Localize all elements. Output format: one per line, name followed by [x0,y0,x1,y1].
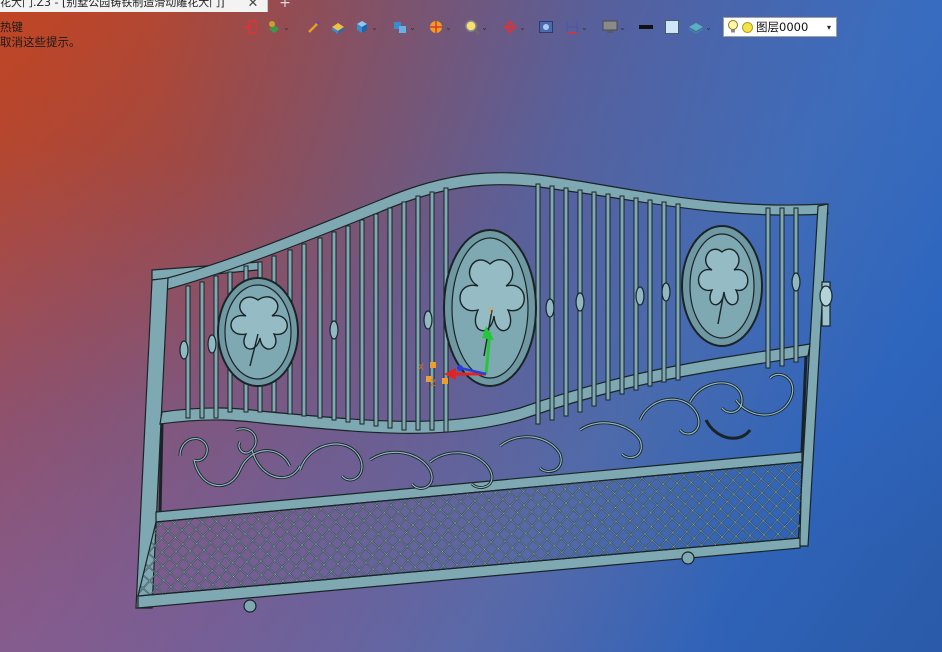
lightbulb-icon[interactable] [726,19,740,35]
layer-dropdown[interactable]: 图层0000 ▾ [723,17,837,37]
insert-component-button[interactable]: ⌄ [266,16,290,38]
scroll-panel-frame [158,423,164,513]
zoom-fit-icon [465,20,480,35]
line-color-icon [639,25,653,29]
gate-model[interactable]: X Y Z [0,0,942,652]
render-mode-button[interactable]: ⌄ [428,16,452,38]
camera-view-icon [539,21,553,33]
new-tab-icon[interactable]: + [278,0,292,10]
chevron-down-icon[interactable]: ⌄ [481,16,488,38]
dimension-button[interactable]: ⌄ [564,16,588,38]
fill-color-icon [665,20,679,34]
origin-triad-button[interactable]: ⌄ [502,16,526,38]
layer-filter-icon [688,23,704,34]
chevron-down-icon[interactable]: ⌄ [581,16,588,38]
view-cube-icon [357,21,367,33]
chevron-down-icon[interactable]: ▾ [822,23,836,32]
exit-sketch-button[interactable] [242,16,258,38]
zoom-fit-button[interactable]: ⌄ [464,16,488,38]
shaded-display-icon [332,23,344,34]
chevron-down-icon[interactable]: ⌄ [283,16,290,38]
wrought-iron-gate [135,172,833,613]
origin-triad-icon [503,20,517,34]
medallion-left [217,277,299,387]
right-post [797,203,829,547]
hotkey-hint-line2: 取消这些提示。 [0,35,81,49]
monitor-icon [602,20,618,33]
shaded-display-button[interactable] [330,16,346,38]
exit-sketch-icon [244,20,257,34]
layer-filter-button[interactable]: ⌄ [688,16,712,38]
chevron-down-icon[interactable]: ⌄ [705,16,712,38]
hotkey-hint-line1: 热键 [0,20,23,34]
chevron-down-icon[interactable]: ⌄ [409,16,416,38]
document-tab-title: 花大门.Z3 - [别墅公园铸铁制造滑动雕花大门] [0,0,225,9]
monitor-button[interactable]: ⌄ [602,16,626,38]
document-tabstrip: 花大门.Z3 - [别墅公园铸铁制造滑动雕花大门] ✕ + [0,0,300,12]
camera-view-button[interactable] [538,16,554,38]
chevron-down-icon[interactable]: ⌄ [619,16,626,38]
pick-point-button[interactable] [306,16,322,38]
line-color-button[interactable] [638,16,654,38]
close-icon[interactable]: ✕ [246,0,260,11]
view-cube-button[interactable]: ⌄ [354,16,378,38]
chevron-down-icon[interactable]: ⌄ [519,16,526,38]
layer-color-icon [742,21,753,33]
chevron-down-icon[interactable]: ⌄ [371,16,378,38]
insert-component-icon [269,21,279,33]
triad-y-label: Y [487,307,494,317]
triad-z-label: Z [430,379,436,389]
chevron-down-icon[interactable]: ⌄ [445,16,452,38]
document-tab[interactable]: 花大门.Z3 - [别墅公园铸铁制造滑动雕花大门] ✕ [0,0,268,12]
render-mode-icon [430,21,442,33]
dimension-icon [566,21,578,34]
assembly-button[interactable]: ⌄ [392,16,416,38]
triad-x-label: X [418,363,424,373]
gate-latch [819,281,833,327]
fill-color-button[interactable] [664,16,680,38]
pick-point-icon [308,21,320,33]
assembly-icon [394,22,406,33]
medallion-right [681,225,763,347]
layer-name: 图层0000 [756,20,809,34]
viewport-toolbar: ⌄ ⌄ ⌄ ⌄ ⌄ ⌄ ⌄ ⌄ ⌄ 图层0000 ▾ [238,16,838,38]
